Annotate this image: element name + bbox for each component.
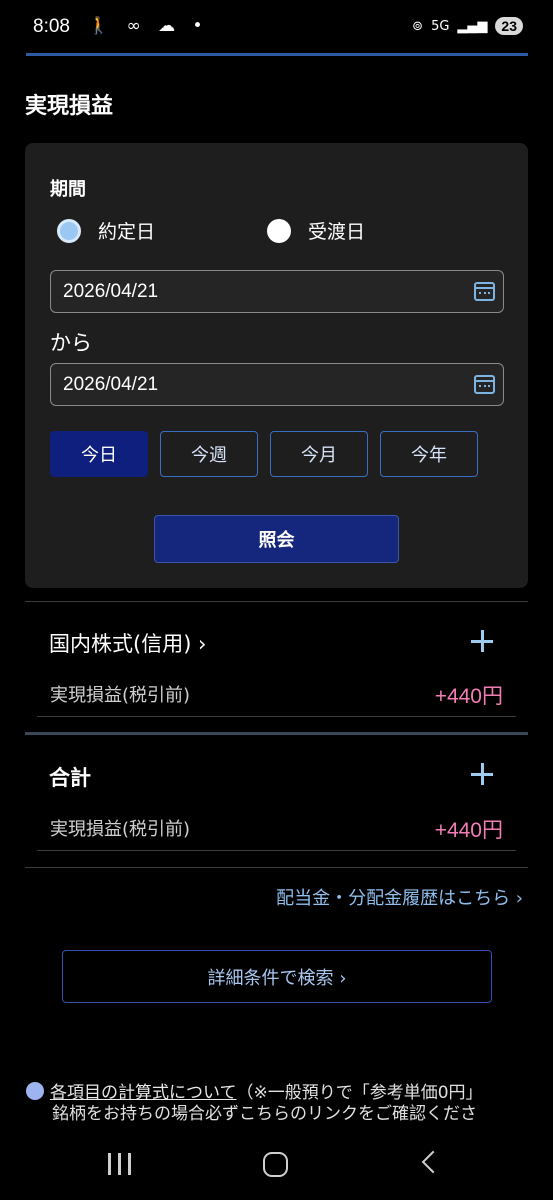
note-text: （※一般預りで「参考単価0円」 [236,1083,483,1103]
dividend-history-link[interactable]: 配当金・分配金履歴はこちら › [276,884,523,910]
detail-search-button[interactable]: 詳細条件で検索 › [62,950,492,1003]
status-bar: 8:08 🚶 ∞ ☁ • ⊚ 5G ▂▄▆ 23 [0,0,553,56]
date-type-radio-group: 約定日 受渡日 [57,217,477,244]
header-divider [26,53,528,56]
formula-note: 各項目の計算式について（※一般預りで「参考単価0円」 銘柄をお持ちの場合必ずこち… [26,1082,546,1125]
section-divider [25,732,528,735]
battery-level: 23 [495,17,523,35]
home-icon[interactable] [263,1152,288,1177]
period-shortcut-buttons: 今日 今週 今月 今年 [50,431,478,477]
section-title-total: 合計 [49,766,91,790]
hotspot-icon: ⊚ [412,18,424,34]
status-right: ⊚ 5G ▂▄▆ 23 [412,17,523,35]
signal-icon: ▂▄▆ [457,18,488,34]
this-month-button[interactable]: 今月 [270,431,368,477]
radio-label: 約定日 [98,221,156,243]
period-label: 期間 [50,179,86,200]
back-icon[interactable] [421,1150,445,1174]
row-label: 実現損益(税引前) [50,685,191,706]
page-title: 実現損益 [25,94,114,119]
info-bullet-icon [26,1082,44,1100]
recents-icon[interactable] [108,1153,134,1175]
section-title-domestic-margin[interactable]: 国内株式(信用) › [49,628,206,658]
this-year-button[interactable]: 今年 [380,431,478,477]
from-label: から [50,331,92,355]
calendar-icon[interactable] [474,375,495,394]
radio-unchecked-icon [267,218,291,243]
this-week-button[interactable]: 今週 [160,431,258,477]
query-button[interactable]: 照会 [154,515,399,563]
calendar-icon[interactable] [474,282,495,301]
date-from-input[interactable] [63,280,443,303]
date-to-field[interactable] [50,363,504,406]
radio-settlement-date[interactable]: 受渡日 [267,217,477,244]
filter-card: 期間 約定日 受渡日 から 今日 今週 今月 今年 照会 [25,143,528,588]
divider [37,850,516,851]
radio-checked-icon [57,218,81,243]
formula-link[interactable]: 各項目の計算式について [50,1083,237,1103]
date-to-input[interactable] [63,373,443,396]
plus-icon[interactable] [471,763,493,785]
note-text-line2: 銘柄をお持ちの場合必ずこちらのリンクをご確認くださ [52,1104,477,1124]
network-type: 5G [431,18,450,34]
radio-trade-date[interactable]: 約定日 [57,217,267,244]
plus-icon[interactable] [471,630,493,652]
divider [37,716,516,717]
divider [25,601,528,602]
row-value: +440円 [434,819,503,842]
today-button[interactable]: 今日 [50,431,148,477]
row-value: +440円 [434,685,503,708]
notification-icons: 🚶 ∞ ☁ • [88,16,209,36]
navigation-bar [0,1135,553,1200]
status-time: 8:08 [33,16,70,37]
divider [25,867,528,868]
radio-label: 受渡日 [308,221,366,243]
row-label: 実現損益(税引前) [50,819,191,840]
date-from-field[interactable] [50,270,504,313]
